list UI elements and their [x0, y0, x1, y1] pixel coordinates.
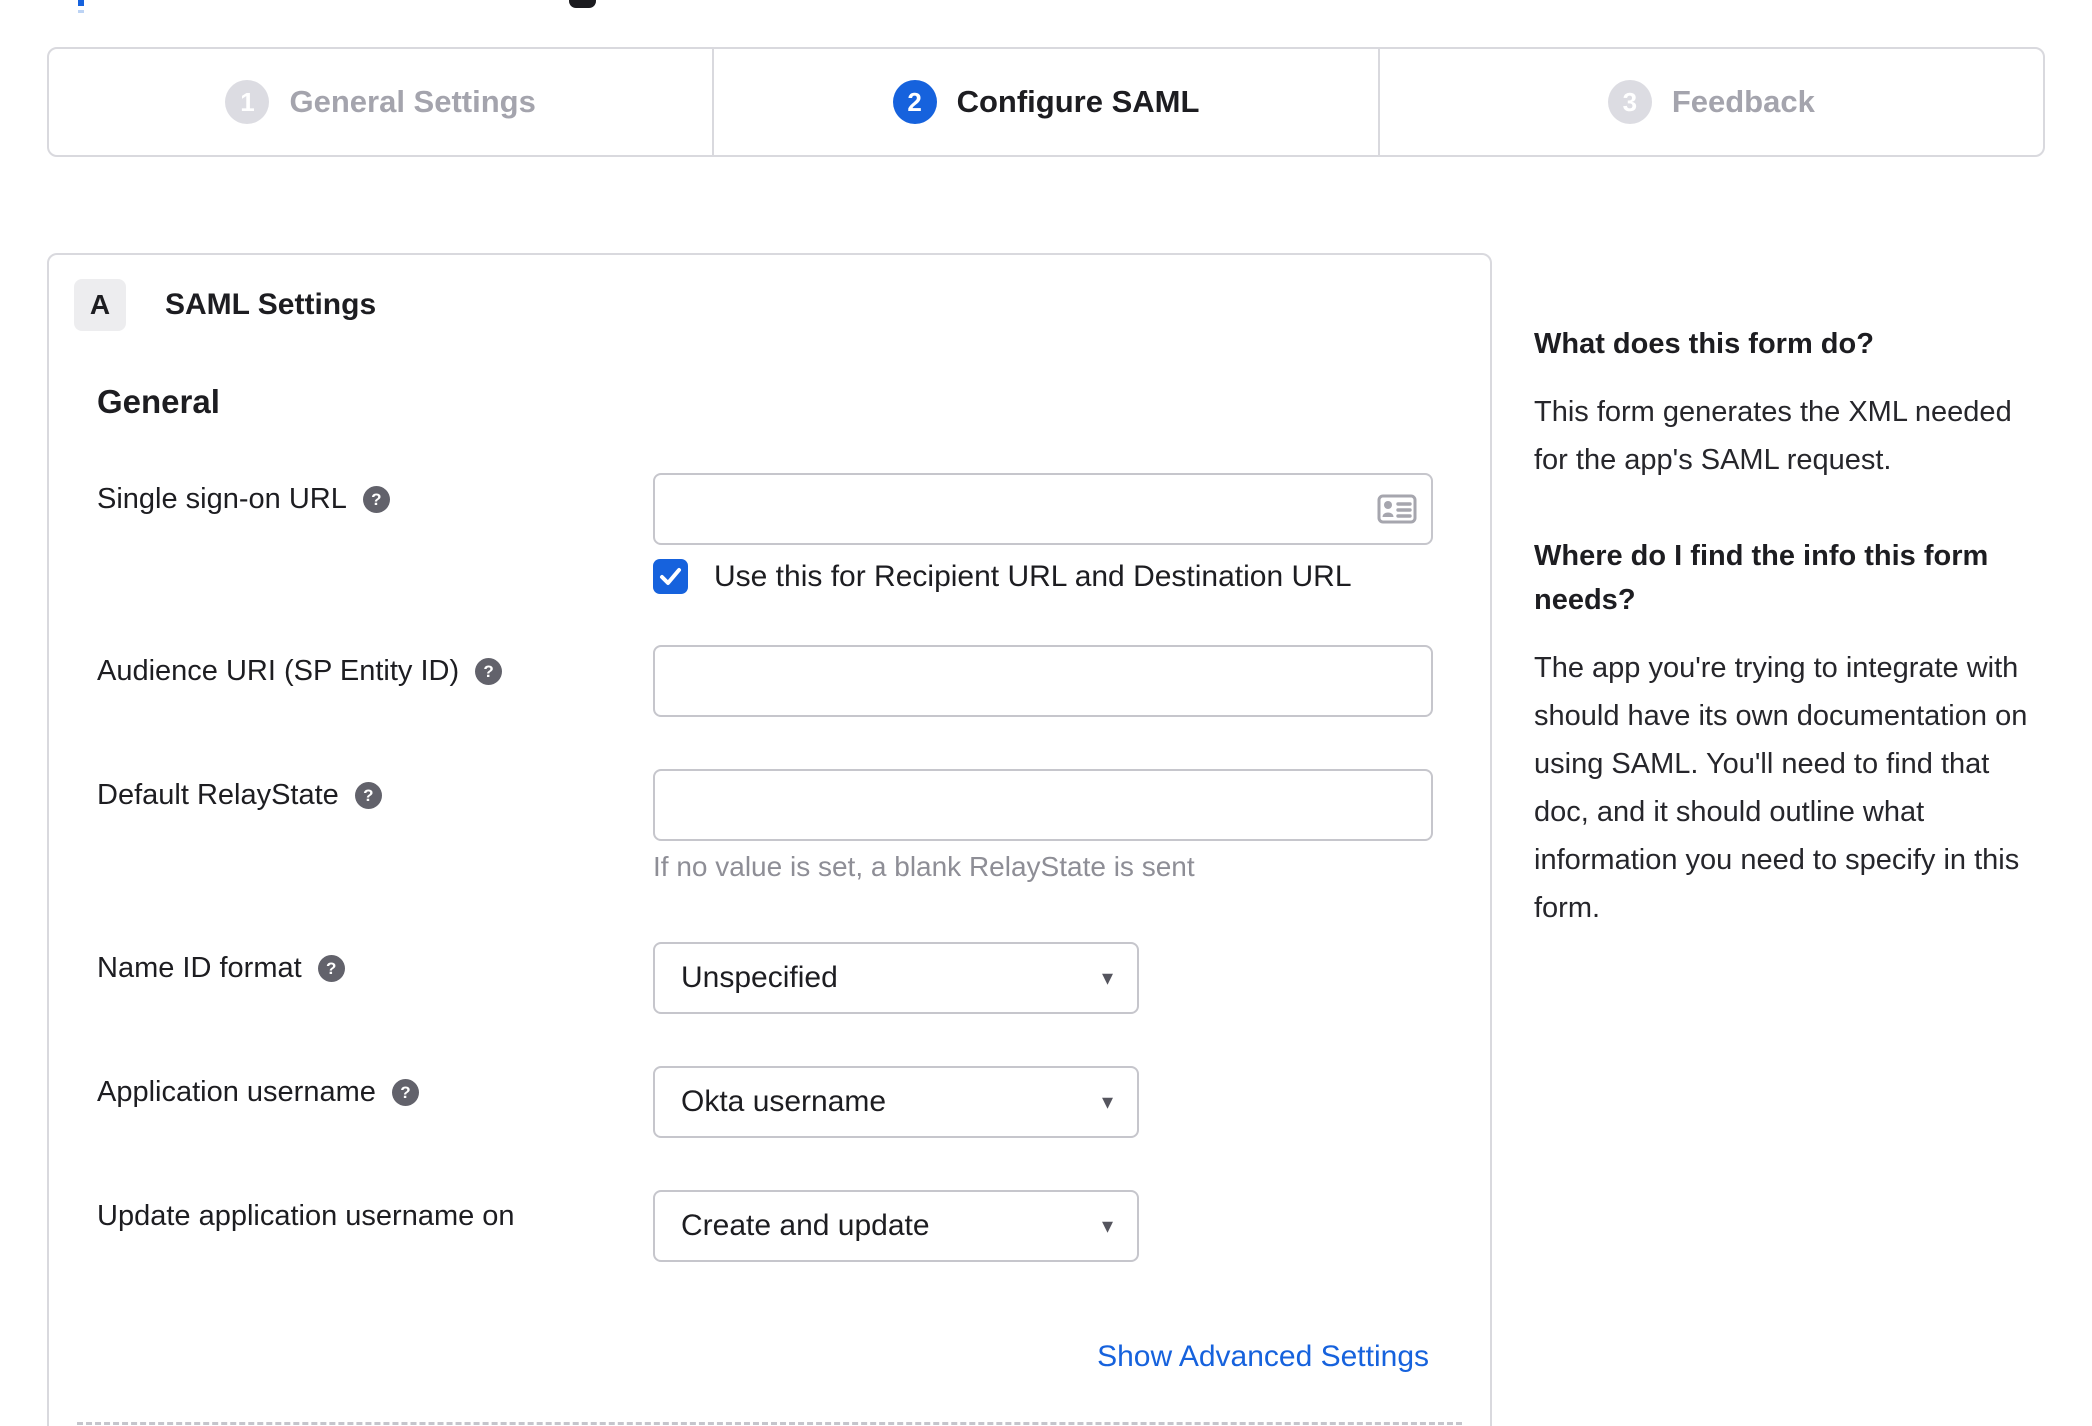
help-icon[interactable]: ?: [362, 486, 390, 513]
relay-state-label-text: Default RelayState: [97, 779, 339, 811]
chevron-down-icon: ▾: [1101, 1213, 1113, 1238]
audience-uri-label-text: Audience URI (SP Entity ID): [97, 655, 460, 687]
step-general-settings[interactable]: 1 General Settings: [49, 49, 712, 155]
application-username-label: Application username ?: [97, 1076, 419, 1109]
chevron-down-icon: ▾: [1101, 965, 1113, 990]
help-icon[interactable]: ?: [354, 782, 382, 809]
sidebar-answer-1: This form generates the XML needed for t…: [1534, 396, 2012, 476]
show-advanced-settings-link[interactable]: Show Advanced Settings: [1097, 1340, 1429, 1374]
relay-state-hint: If no value is set, a blank RelayState i…: [653, 851, 1195, 882]
application-username-label-text: Application username: [97, 1076, 376, 1108]
step-label: General Settings: [289, 84, 536, 119]
section-a-badge: A: [74, 279, 126, 331]
cutoff-blue-logo-fragment: [78, 0, 84, 6]
saml-settings-panel: A SAML Settings General Single sign-on U…: [47, 253, 1492, 1426]
step-number-badge: 1: [225, 80, 270, 124]
step-label: Configure SAML: [956, 84, 1200, 119]
cutoff-blue-logo-fragment-2: [78, 10, 84, 13]
application-username-select[interactable]: Okta username ▾: [653, 1066, 1139, 1138]
step-number-badge: 2: [892, 80, 937, 124]
help-icon[interactable]: ?: [475, 658, 503, 685]
dashed-section-divider: [77, 1422, 1462, 1425]
sidebar-question-2: Where do I find the info this form needs…: [1534, 540, 1989, 616]
relay-state-label: Default RelayState ?: [97, 779, 382, 812]
help-icon[interactable]: ?: [317, 955, 345, 982]
audience-uri-label: Audience URI (SP Entity ID) ?: [97, 655, 503, 688]
sidebar-question-1: What does this form do?: [1534, 328, 1874, 360]
update-username-label-text: Update application username on: [97, 1200, 515, 1232]
contact-card-icon: [1377, 494, 1417, 524]
step-feedback[interactable]: 3 Feedback: [1377, 49, 2043, 155]
help-sidebar: What does this form do? This form genera…: [1534, 322, 2042, 932]
name-id-format-select[interactable]: Unspecified ▾: [653, 942, 1139, 1014]
name-id-format-value: Unspecified: [681, 961, 838, 994]
help-icon[interactable]: ?: [391, 1079, 419, 1106]
update-username-value: Create and update: [681, 1209, 930, 1242]
sso-url-input[interactable]: [653, 473, 1433, 545]
wizard-stepper: 1 General Settings 2 Configure SAML 3 Fe…: [47, 47, 2045, 157]
name-id-format-label-text: Name ID format: [97, 952, 302, 984]
chevron-down-icon: ▾: [1101, 1089, 1113, 1114]
sso-url-label: Single sign-on URL ?: [97, 483, 390, 516]
name-id-format-label: Name ID format ?: [97, 952, 345, 985]
application-username-value: Okta username: [681, 1085, 887, 1118]
saml-setup-page: 1 General Settings 2 Configure SAML 3 Fe…: [0, 0, 2092, 1426]
recipient-url-checkbox-label[interactable]: Use this for Recipient URL and Destinati…: [714, 560, 1352, 594]
relay-state-input[interactable]: [653, 769, 1433, 841]
step-label: Feedback: [1671, 84, 1815, 119]
update-username-select[interactable]: Create and update ▾: [653, 1190, 1139, 1262]
recipient-url-checkbox[interactable]: [653, 559, 688, 594]
sidebar-answer-2: The app you're trying to integrate with …: [1534, 652, 2028, 924]
checkmark-icon: [660, 568, 681, 585]
general-section-heading: General: [97, 383, 220, 420]
step-number-badge: 3: [1607, 80, 1652, 124]
audience-uri-input[interactable]: [653, 645, 1433, 717]
cutoff-app-logo-fragment: [569, 0, 596, 8]
update-username-label: Update application username on: [97, 1200, 515, 1233]
sso-url-label-text: Single sign-on URL: [97, 483, 347, 515]
panel-title: SAML Settings: [165, 288, 377, 321]
step-configure-saml[interactable]: 2 Configure SAML: [712, 49, 1377, 155]
